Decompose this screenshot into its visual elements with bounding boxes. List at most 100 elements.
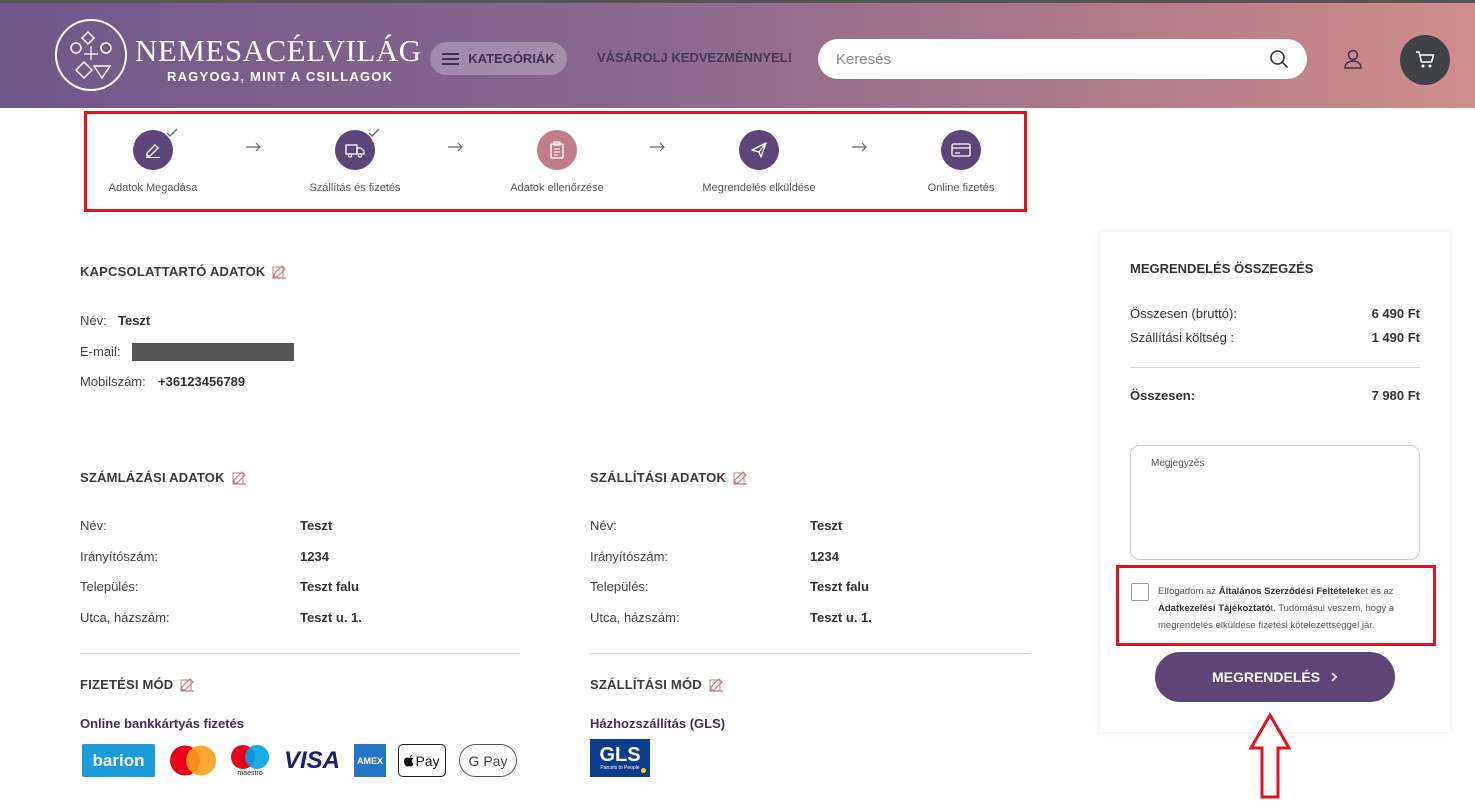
apple-pay-logo: Pay — [398, 744, 446, 777]
edit-icon — [146, 144, 160, 158]
order-note-input[interactable] — [1130, 445, 1420, 560]
step-circle — [739, 130, 779, 170]
shipping-title-text: SZÁLLÍTÁSI ADATOK — [590, 470, 727, 485]
terms-link-privacy[interactable]: Adatkezelési Tájékoztató — [1158, 603, 1270, 614]
categories-button[interactable]: KATEGÓRIÁK — [430, 42, 567, 75]
step-shipping-payment[interactable]: Szállítás és fizetés — [275, 128, 435, 194]
check-icon — [368, 128, 380, 137]
shipping-row-label: Település: — [590, 579, 649, 594]
delivery-title-text: SZÁLLÍTÁSI MÓD — [590, 677, 702, 692]
brand-name[interactable]: NEMESACÉLVILÁG — [135, 33, 422, 69]
delivery-method: Házhozszállítás (GLS) — [590, 716, 726, 731]
cart-button[interactable] — [1400, 35, 1450, 85]
check-icon — [166, 128, 178, 137]
contact-email-label: E-mail: — [80, 344, 121, 359]
summary-shipping-row: Szállítási költség : 1 490 Ft — [1130, 330, 1420, 345]
payment-method: Online bankkártyás fizetés — [80, 716, 245, 731]
contact-section-title: KAPCSOLATTARTÓ ADATOK — [80, 264, 287, 279]
contact-name-label: Név: — [80, 313, 107, 328]
gls-subtext: Parcels to People — [600, 765, 640, 771]
search-bar — [818, 39, 1307, 79]
apple-icon — [404, 755, 414, 767]
gross-value: 6 490 Ft — [1371, 306, 1420, 321]
step-send-order[interactable]: Megrendelés elküldése — [679, 130, 839, 194]
step-label: Online fizetés — [927, 182, 995, 194]
total-value: 7 980 Ft — [1371, 388, 1420, 403]
terms-link-gtc[interactable]: Általános Szerződési Feltételek — [1219, 586, 1361, 597]
edit-icon[interactable] — [709, 677, 724, 692]
cart-icon — [1416, 51, 1435, 68]
terms-text-mid: et és az — [1360, 586, 1394, 597]
arrow-right-icon — [852, 142, 867, 152]
place-order-button[interactable]: MEGRENDELÉS — [1155, 652, 1395, 702]
promo-link[interactable]: VÁSÁROLJ KEDVEZMÉNNYEL! — [597, 50, 792, 65]
payment-section-title: FIZETÉSI MÓD — [80, 677, 195, 692]
edit-icon[interactable] — [272, 264, 287, 279]
step-data-entry[interactable]: Adatok Megadása — [73, 128, 233, 194]
total-label: Összesen: — [1130, 388, 1196, 403]
gls-dot — [641, 768, 646, 773]
step-label: Adatok Megadása — [108, 182, 198, 194]
shipping-row-value: Teszt falu — [810, 579, 869, 594]
shipping-cost-value: 1 490 Ft — [1371, 330, 1420, 345]
menu-icon — [442, 52, 460, 65]
shipping-section-title: SZÁLLÍTÁSI ADATOK — [590, 470, 748, 485]
summary-gross-row: Összesen (bruttó): 6 490 Ft — [1130, 306, 1420, 321]
step-label: Szállítás és fizetés — [309, 182, 401, 194]
billing-row-value: Teszt — [300, 518, 333, 533]
categories-label: KATEGÓRIÁK — [468, 51, 555, 66]
step-circle — [537, 130, 577, 170]
edit-icon[interactable] — [232, 470, 247, 485]
step-label: Adatok ellenőrzése — [510, 182, 604, 194]
step-online-payment[interactable]: Online fizetés — [881, 130, 1041, 194]
step-circle — [335, 128, 380, 170]
annotation-up-arrow-icon — [1248, 712, 1292, 799]
billing-row-label: Utca, házszám: — [80, 610, 170, 625]
card-icon — [951, 143, 971, 157]
billing-row-value: Teszt u. 1. — [300, 610, 362, 625]
clipboard-icon — [550, 141, 564, 159]
contact-phone-value: +36123456789 — [158, 374, 246, 389]
shipping-row-value: 1234 — [810, 549, 839, 564]
send-icon — [751, 142, 767, 158]
logo-icon[interactable] — [54, 18, 128, 92]
user-icon[interactable] — [1342, 48, 1364, 70]
google-pay-logo: G Pay — [459, 744, 517, 777]
gls-text: GLS — [599, 744, 641, 766]
billing-row-label: Név: — [80, 518, 107, 533]
gls-logo: GLS Parcels to People — [590, 739, 650, 777]
redacted-email — [132, 343, 294, 361]
terms-highlight-box: Elfogadom az Általános Szerződési Feltét… — [1116, 565, 1436, 646]
billing-row-label: Település: — [80, 579, 139, 594]
step-data-check[interactable]: Adatok ellenőrzése — [477, 130, 637, 194]
order-button-label: MEGRENDELÉS — [1211, 669, 1321, 685]
payment-title-text: FIZETÉSI MÓD — [80, 677, 174, 692]
step-label: Megrendelés elküldése — [702, 182, 816, 194]
delivery-section-title: SZÁLLÍTÁSI MÓD — [590, 677, 724, 692]
search-icon[interactable] — [1269, 49, 1289, 69]
checkout-steps: Adatok Megadása Szállítás és fizetés Ada… — [84, 111, 1027, 212]
search-input[interactable] — [836, 50, 1269, 68]
shipping-row-label: Utca, házszám: — [590, 610, 680, 625]
arrow-right-icon — [246, 142, 261, 152]
edit-icon[interactable] — [180, 677, 195, 692]
apple-pay-text: Pay — [415, 752, 440, 769]
step-circle — [941, 130, 981, 170]
barion-logo: barion — [82, 744, 155, 777]
mastercard-logo — [170, 745, 216, 776]
arrow-right-icon — [448, 142, 463, 152]
step-circle — [133, 128, 178, 170]
visa-logo: VISA — [283, 746, 340, 774]
contact-name-value: Teszt — [118, 313, 151, 328]
shipping-row-value: Teszt — [810, 518, 843, 533]
summary-divider — [1130, 367, 1420, 368]
amex-logo: AMEX — [354, 744, 386, 777]
edit-icon[interactable] — [733, 470, 748, 485]
contact-title-text: KAPCSOLATTARTÓ ADATOK — [80, 264, 266, 279]
site-header: NEMESACÉLVILÁG RAGYOGJ, MINT A CSILLAGOK… — [0, 0, 1475, 108]
summary-total-row: Összesen: 7 980 Ft — [1130, 388, 1420, 403]
terms-checkbox[interactable] — [1131, 583, 1149, 601]
arrow-right-icon — [650, 142, 665, 152]
divider — [590, 653, 1030, 654]
terms-text-pre: Elfogadom az — [1158, 586, 1219, 597]
